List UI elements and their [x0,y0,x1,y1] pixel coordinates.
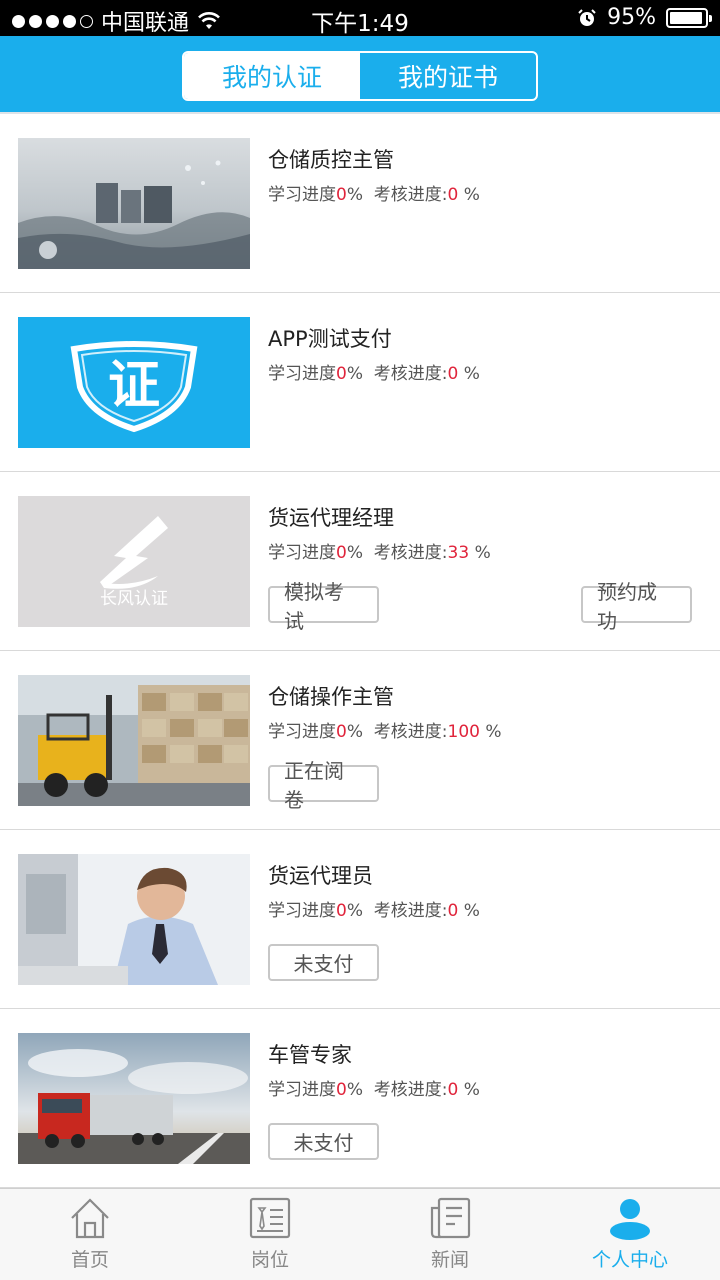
list-item[interactable]: 货运代理员 学习进度0% 考核进度:0 % 未支付 [0,830,720,1009]
certification-list: 仓储质控主管 学习进度0% 考核进度:0 % 证 APP测试支付 学习进度0% … [0,112,720,1188]
study-progress-label: 学习进度 [268,722,336,742]
user-icon [610,1199,650,1240]
reservation-success-button[interactable]: 预约成功 [581,580,692,633]
item-progress: 学习进度0% 考核进度:33 % [268,543,491,563]
item-progress: 学习进度0% 考核进度:0 % [268,901,480,921]
study-progress-value: 0 [336,185,347,205]
exam-progress-label: 考核进度: [373,722,448,742]
exam-progress-label: 考核进度: [373,901,448,921]
study-progress-label: 学习进度 [268,185,336,205]
item-progress: 学习进度0% 考核进度:0 % [268,1080,480,1100]
list-item[interactable]: 仓储质控主管 学习进度0% 考核进度:0 % [0,114,720,293]
certificate-badge-image: 证 [18,317,250,448]
tab-home[interactable]: 首页 [0,1189,180,1280]
bottom-tab-bar: 首页 岗位 新闻 个人中心 [0,1188,720,1280]
study-progress-value: 0 [336,543,347,563]
red-truck-image [18,1033,250,1164]
job-icon [249,1197,291,1239]
exam-progress-label: 考核进度: [373,364,448,384]
alarm-icon [578,8,596,26]
unpaid-button[interactable]: 未支付 [268,944,379,981]
warehouse-forklift-image [18,675,250,806]
item-title: APP测试支付 [268,327,392,351]
item-title: 货运代理经理 [268,506,394,530]
news-icon [430,1197,471,1239]
study-progress-label: 学习进度 [268,901,336,921]
item-title: 仓储操作主管 [268,685,394,709]
tab-personal-center[interactable]: 个人中心 [540,1189,720,1280]
tab-news-label: 新闻 [430,1249,469,1271]
tab-news[interactable]: 新闻 [360,1189,540,1280]
grading-in-progress-button[interactable]: 正在阅卷 [268,759,379,812]
item-title: 仓储质控主管 [268,148,394,172]
exam-progress-value: 0 [447,185,459,205]
mock-exam-button[interactable]: 模拟考试 [268,580,379,633]
study-progress-label: 学习进度 [268,1080,336,1100]
item-progress: 学习进度0% 考核进度:0 % [268,364,480,384]
battery-percent: 95% [607,5,656,30]
item-title: 货运代理员 [268,864,373,888]
exam-progress-label: 考核进度: [373,543,448,563]
study-progress-value: 0 [336,722,347,742]
businessman-image [18,854,250,985]
badge-text: 证 [108,356,160,416]
tab-my-certification[interactable]: 我的认证 [184,53,360,99]
status-bar: 中国联通 下午1:49 95% [0,0,720,37]
study-progress-value: 0 [336,1080,347,1100]
list-item[interactable]: 证 APP测试支付 学习进度0% 考核进度:0 % [0,293,720,472]
list-item[interactable]: 长风认证 货运代理经理 学习进度0% 考核进度:33 % 模拟考试 预约成功 [0,472,720,651]
study-progress-label: 学习进度 [268,364,336,384]
study-progress-label: 学习进度 [268,543,336,563]
header: 我的认证 我的证书 [0,36,720,112]
changfeng-logo-image: 长风认证 [18,496,250,627]
quality-product-image [18,138,250,269]
exam-progress-value: 100 [447,722,480,742]
tab-my-certificates[interactable]: 我的证书 [360,53,536,99]
list-item[interactable]: 车管专家 学习进度0% 考核进度:0 % 未支付 [0,1009,720,1188]
tab-personal-center-label: 个人中心 [591,1249,668,1271]
segmented-control: 我的认证 我的证书 [182,51,538,101]
tab-jobs-label: 岗位 [250,1249,289,1271]
exam-progress-label: 考核进度: [373,1080,448,1100]
exam-progress-value: 0 [447,901,459,921]
exam-progress-value: 33 [447,543,470,563]
tab-jobs[interactable]: 岗位 [180,1189,360,1280]
status-right: 95% [577,5,712,30]
battery-icon [666,7,712,28]
study-progress-value: 0 [336,364,347,384]
list-item[interactable]: 仓储操作主管 学习进度0% 考核进度:100 % 正在阅卷 [0,651,720,830]
study-progress-value: 0 [336,901,347,921]
home-icon [71,1198,109,1239]
exam-progress-label: 考核进度: [373,185,448,205]
unpaid-button[interactable]: 未支付 [268,1123,379,1160]
tab-home-label: 首页 [70,1249,109,1271]
item-progress: 学习进度0% 考核进度:0 % [268,185,480,205]
exam-progress-value: 0 [447,364,459,384]
item-title: 车管专家 [268,1043,352,1067]
exam-progress-value: 0 [447,1080,459,1100]
item-progress: 学习进度0% 考核进度:100 % [268,722,502,742]
logo-text: 长风认证 [100,589,168,609]
